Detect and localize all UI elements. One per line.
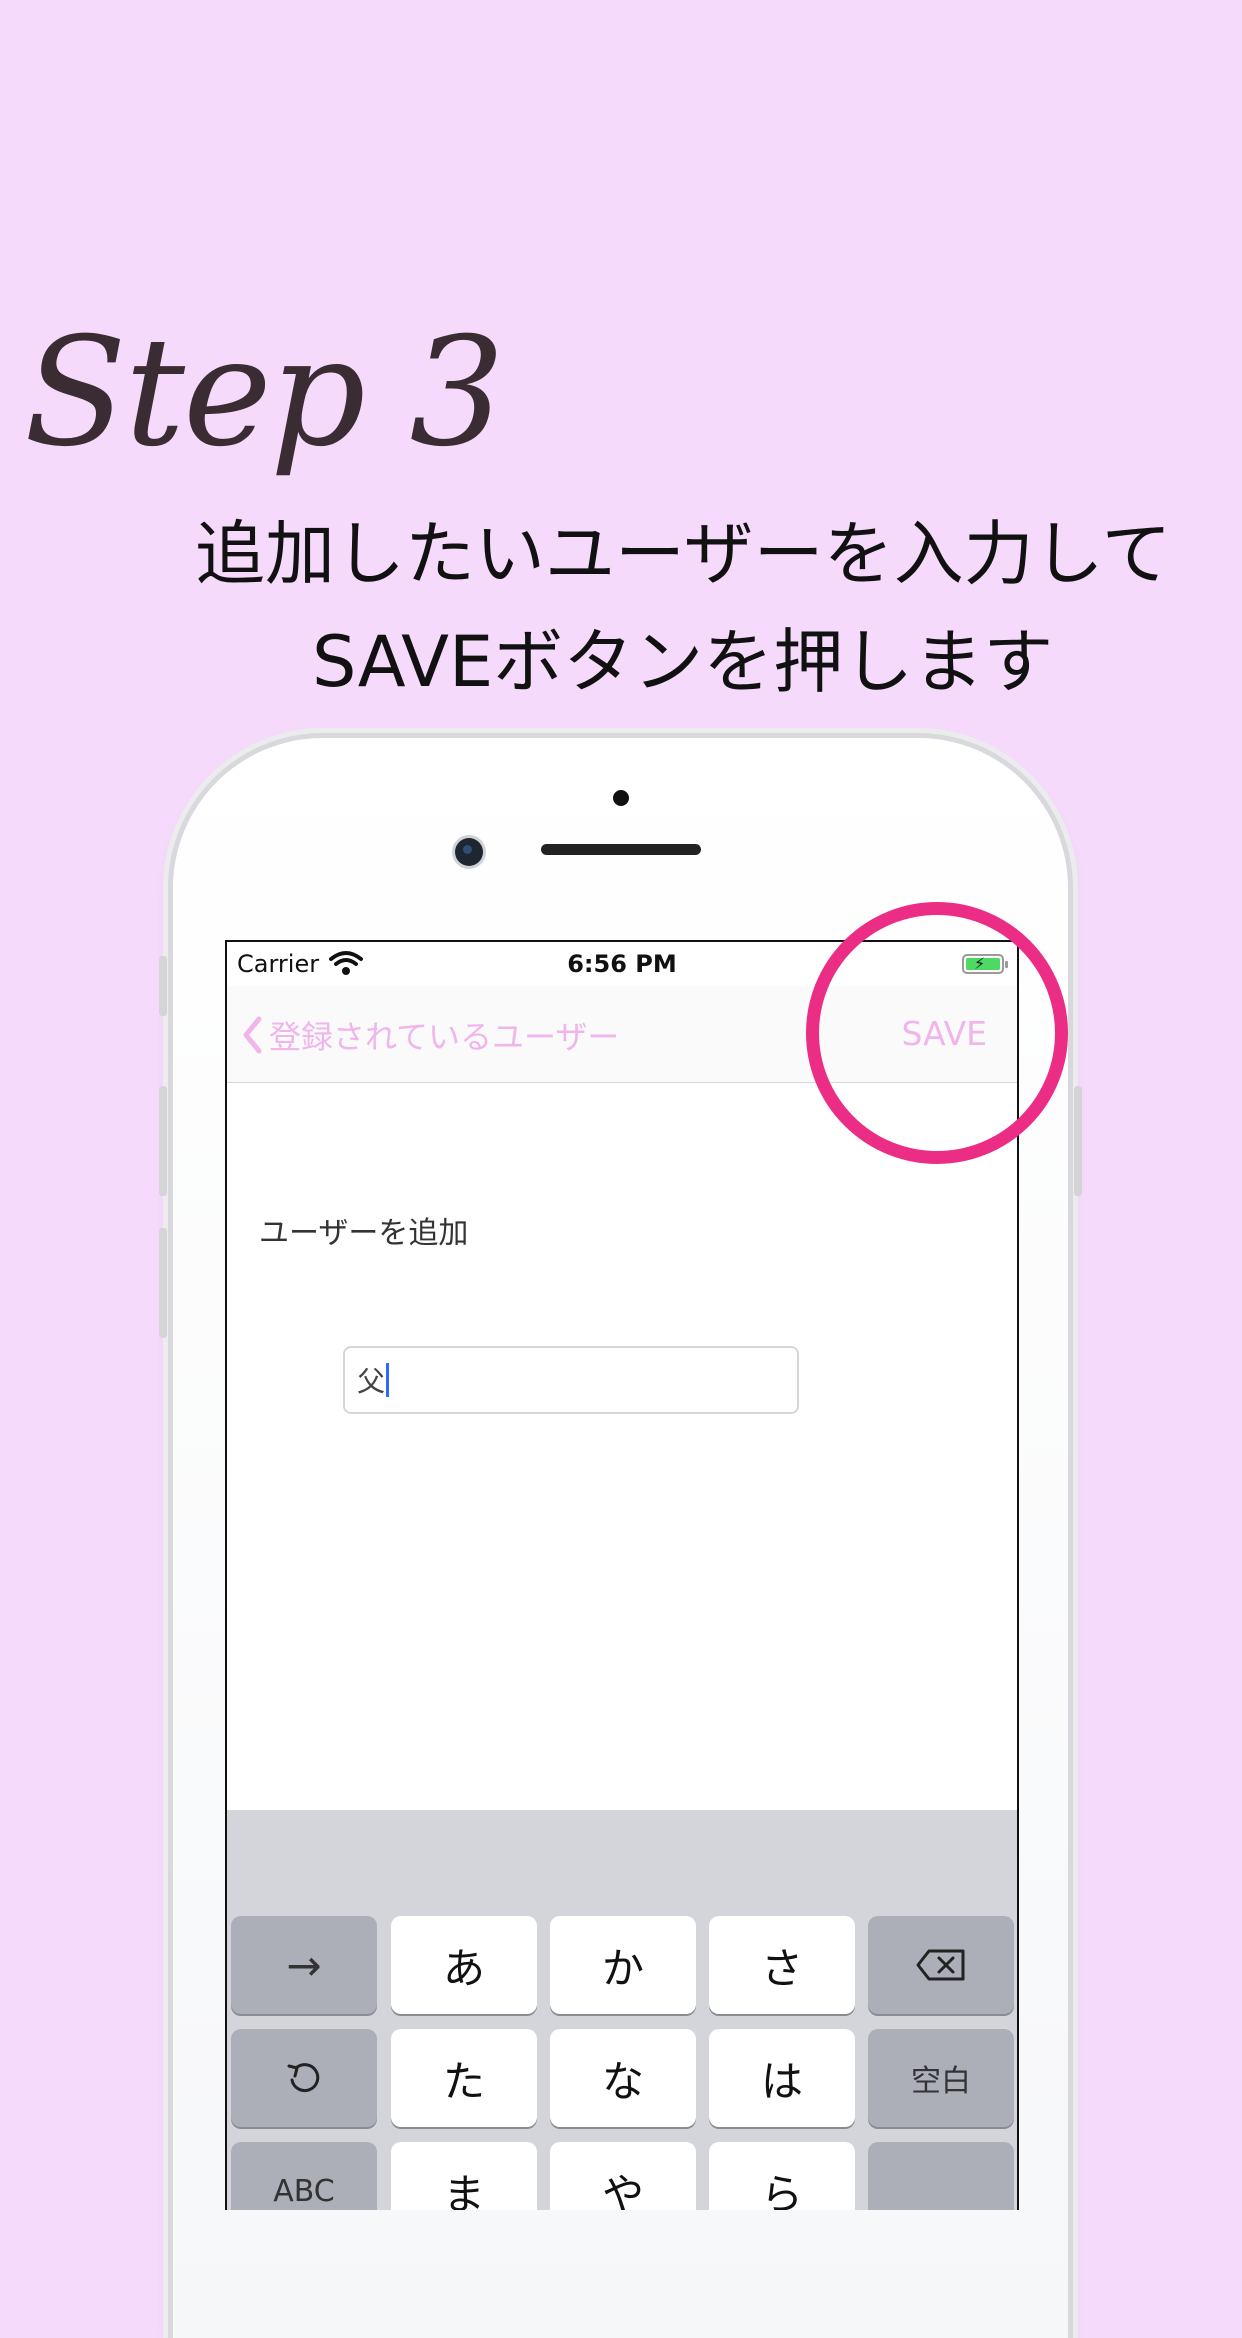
key-undo[interactable] <box>231 2029 377 2127</box>
earpiece-speaker <box>541 844 701 855</box>
key-sa[interactable]: さ <box>709 1916 855 2014</box>
undo-icon <box>287 2063 320 2093</box>
phone-volume-down <box>159 1228 167 1338</box>
key-ya[interactable]: や <box>550 2142 696 2210</box>
add-user-label: ユーザーを追加 <box>259 1216 469 1251</box>
japanese-keyboard: → あ か さ た な は 空白 ABC ま や ら <box>227 1810 1017 2210</box>
phone-side-button <box>159 956 167 1016</box>
delete-key[interactable] <box>868 1916 1014 2014</box>
save-highlight-circle <box>806 902 1068 1164</box>
proximity-sensor <box>613 790 629 806</box>
user-name-input[interactable]: 父 <box>343 1346 799 1414</box>
key-abc[interactable]: ABC <box>231 2142 377 2210</box>
key-ha[interactable]: は <box>709 2029 855 2127</box>
chevron-left-icon <box>243 1016 262 1054</box>
phone-power-button <box>1074 1086 1082 1196</box>
key-ta[interactable]: た <box>391 2029 537 2127</box>
key-next-arrow[interactable]: → <box>231 1916 377 2014</box>
phone-volume-up <box>159 1086 167 1196</box>
key-ka[interactable]: か <box>550 1916 696 2014</box>
key-a[interactable]: あ <box>391 1916 537 2014</box>
front-camera-icon <box>455 838 483 866</box>
text-caret <box>386 1363 390 1397</box>
back-button[interactable]: 登録されているユーザー <box>241 1012 619 1058</box>
headline-line-1: 追加したいユーザーを入力して <box>195 513 1172 595</box>
key-return[interactable] <box>868 2142 1014 2210</box>
back-button-label: 登録されているユーザー <box>269 1018 620 1056</box>
user-name-input-value: 父 <box>357 1365 386 1398</box>
key-space[interactable]: 空白 <box>868 2029 1014 2127</box>
key-na[interactable]: な <box>550 2029 696 2127</box>
headline-line-2: SAVEボタンを押します <box>312 621 1054 703</box>
backspace-icon <box>916 1949 965 1981</box>
step-title: Step 3 <box>24 306 505 480</box>
key-ma[interactable]: ま <box>391 2142 537 2210</box>
key-ra[interactable]: ら <box>709 2142 855 2210</box>
